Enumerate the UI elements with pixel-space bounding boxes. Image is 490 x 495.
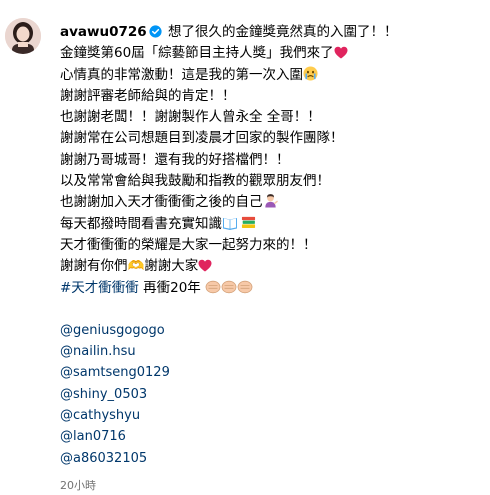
verified-badge-icon (149, 25, 162, 38)
person-tipping-hand-emoji-icon (264, 194, 278, 208)
caption-line: 謝謝常在公司想題目到凌晨才回家的製作團隊！ (60, 128, 484, 149)
caption-line: 謝謝評審老師給與的肯定！！ (60, 86, 484, 107)
mention-link[interactable]: @shiny_0503 (60, 384, 484, 405)
oncoming-fist-emoji-icon (205, 280, 221, 293)
mention-link[interactable]: @lan0716 (60, 426, 484, 447)
caption-text: 謝謝有你們🫶謝謝大家 (60, 258, 199, 275)
caption-text: 謝謝乃哥城哥！還有我的好搭檔們！！ (60, 151, 290, 168)
mention-link[interactable]: @cathyshyu (60, 405, 484, 426)
caption-line: 每天都撥時間看書充實知識 (60, 214, 484, 235)
avatar-image (5, 18, 41, 54)
caption-line: #天才衝衝衝 再衝20年 (60, 278, 484, 299)
caption-line: 金鐘獎第60屆「綜藝節目主持人獎」我們來了 (60, 43, 484, 64)
avatar[interactable] (5, 18, 41, 54)
caption-line: 謝謝有你們🫶謝謝大家 (60, 256, 484, 277)
heart-emoji-icon (198, 259, 212, 272)
oncoming-fist-emoji-icon (237, 280, 253, 293)
username-link[interactable]: avawu0726 (60, 24, 147, 40)
caption-text: 金鐘獎第60屆「綜藝節目主持人獎」我們來了 (60, 45, 334, 62)
caption-line: 心情真的非常激動！這是我的第一次入圍 (60, 65, 484, 86)
mention-link[interactable]: @geniusgogogo (60, 320, 484, 341)
caption-text: 每天都撥時間看書充實知識 (60, 215, 222, 232)
caption-line: 也謝謝加入天才衝衝衝之後的自己 (60, 192, 484, 213)
books-emoji-icon (241, 216, 256, 228)
caption-text: 也謝謝加入天才衝衝衝之後的自己 (60, 194, 263, 211)
mention-link[interactable]: @nailin.hsu (60, 341, 484, 362)
caption-line: 也謝謝老闆！！謝謝製作人曾永全 全哥！！ (60, 107, 484, 128)
caption-line: avawu0726 想了很久的金鐘獎竟然真的入圍了！！ (60, 22, 484, 43)
caption-text: 再衝20年 (138, 279, 201, 296)
hashtag-link[interactable]: #天才衝衝衝 (60, 280, 139, 296)
mention-link[interactable]: @a86032105 (60, 448, 484, 469)
caption-text: 也謝謝老闆！！謝謝製作人曾永全 全哥！！ (60, 109, 321, 126)
caption-text: 謝謝常在公司想題目到凌晨才回家的製作團隊！ (60, 130, 344, 147)
caption-text: 謝謝評審老師給與的肯定！！ (60, 87, 236, 104)
caption-line: 以及常常會給與我鼓勵和指教的觀眾朋友們！ (60, 171, 484, 192)
caption-line: 謝謝乃哥城哥！還有我的好搭檔們！！ (60, 150, 484, 171)
heart-emoji-icon (334, 46, 348, 59)
caption-line: 天才衝衝衝的榮耀是大家一起努力來的！！ (60, 235, 484, 256)
post-timestamp[interactable]: 20小時 (60, 477, 484, 495)
crying-face-emoji-icon (303, 66, 318, 81)
open-book-emoji-icon (223, 217, 237, 230)
caption-text: 想了很久的金鐘獎竟然真的入圍了！！ (167, 24, 398, 40)
mention-link[interactable]: @samtseng0129 (60, 362, 484, 383)
oncoming-fist-emoji-icon (221, 280, 237, 293)
caption-text: 心情真的非常激動！這是我的第一次入圍 (60, 66, 303, 83)
caption-text: 以及常常會給與我鼓勵和指教的觀眾朋友們！ (60, 173, 330, 190)
post-caption: avawu0726 想了很久的金鐘獎竟然真的入圍了！！ 金鐘獎第60屆「綜藝節目… (60, 22, 484, 495)
caption-text: 天才衝衝衝的榮耀是大家一起努力來的！！ (60, 236, 317, 253)
